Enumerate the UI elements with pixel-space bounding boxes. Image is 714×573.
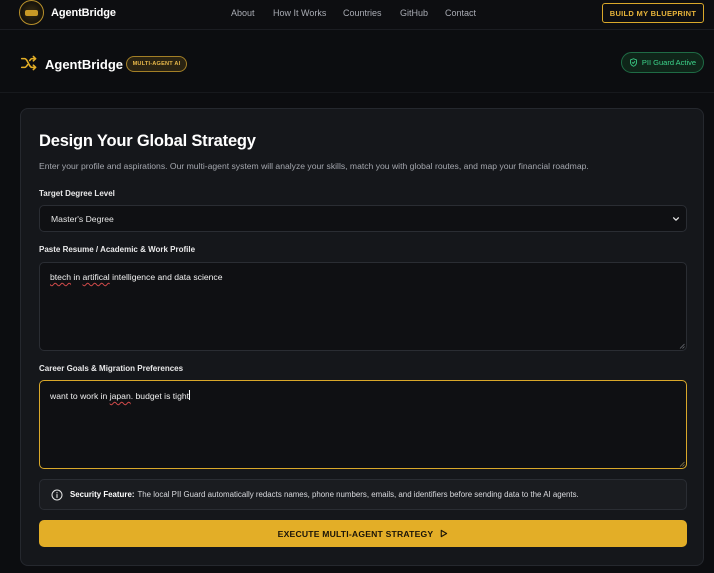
chevron-down-icon [672, 217, 680, 221]
strategy-form-card: Design Your Global Strategy Enter your p… [20, 108, 704, 566]
execute-strategy-label: EXECUTE MULTI-AGENT STRATEGY [277, 528, 434, 539]
goals-textarea[interactable]: want to work in japan. budget is tight [39, 380, 687, 469]
build-blueprint-button[interactable]: BUILD MY BLUEPRINT [602, 3, 704, 23]
security-notice-title: Security Feature: [70, 490, 135, 499]
shuffle-icon [20, 55, 37, 71]
app-brand: AgentBridge [45, 57, 123, 72]
top-navbar: AgentBridge About How It Works Countries… [0, 0, 714, 30]
goals-label: Career Goals & Migration Preferences [39, 364, 184, 373]
profile-text: intelligence and data science [109, 272, 223, 282]
goals-text: . budget is tight [130, 391, 190, 401]
play-icon [441, 529, 448, 538]
degree-level-select[interactable]: Master's Degree [39, 205, 687, 232]
resize-grip-icon[interactable] [679, 343, 685, 349]
resize-grip-icon[interactable] [679, 461, 685, 467]
nav-link-countries[interactable]: Countries [343, 8, 382, 18]
execute-strategy-button[interactable]: EXECUTE MULTI-AGENT STRATEGY [39, 520, 687, 547]
page-title: Design Your Global Strategy [39, 132, 256, 150]
nav-link-how-it-works[interactable]: How It Works [273, 8, 326, 18]
nav-link-contact[interactable]: Contact [445, 8, 476, 18]
goals-text-misspelled: japan [109, 391, 131, 401]
info-icon [51, 489, 63, 500]
pii-guard-status-badge: PII Guard Active [621, 52, 704, 73]
page-subtitle: Enter your profile and aspirations. Our … [39, 161, 589, 171]
profile-textarea[interactable]: btech in artifical intelligence and data… [39, 262, 687, 351]
multi-agent-badge: MULTI-AGENT AI [126, 56, 187, 72]
shield-check-icon [629, 58, 637, 67]
degree-level-value: Master's Degree [51, 213, 114, 224]
profile-label: Paste Resume / Academic & Work Profile [39, 245, 196, 254]
profile-text-misspelled: btech [50, 272, 72, 282]
goals-text: want to work in [50, 391, 110, 401]
profile-text-misspelled: artifical [82, 272, 110, 282]
nav-link-github[interactable]: GitHub [400, 8, 428, 18]
nav-link-about[interactable]: About [231, 8, 255, 18]
text-cursor [189, 390, 191, 400]
security-notice-text: The local PII Guard automatically redact… [137, 490, 579, 499]
security-notice: Security Feature: The local PII Guard au… [39, 479, 687, 510]
pii-guard-label: PII Guard Active [641, 58, 697, 67]
profile-text: in [71, 272, 83, 282]
app-header: AgentBridge MULTI-AGENT AI PII Guard Act… [0, 31, 714, 93]
degree-level-label: Target Degree Level [39, 189, 115, 198]
